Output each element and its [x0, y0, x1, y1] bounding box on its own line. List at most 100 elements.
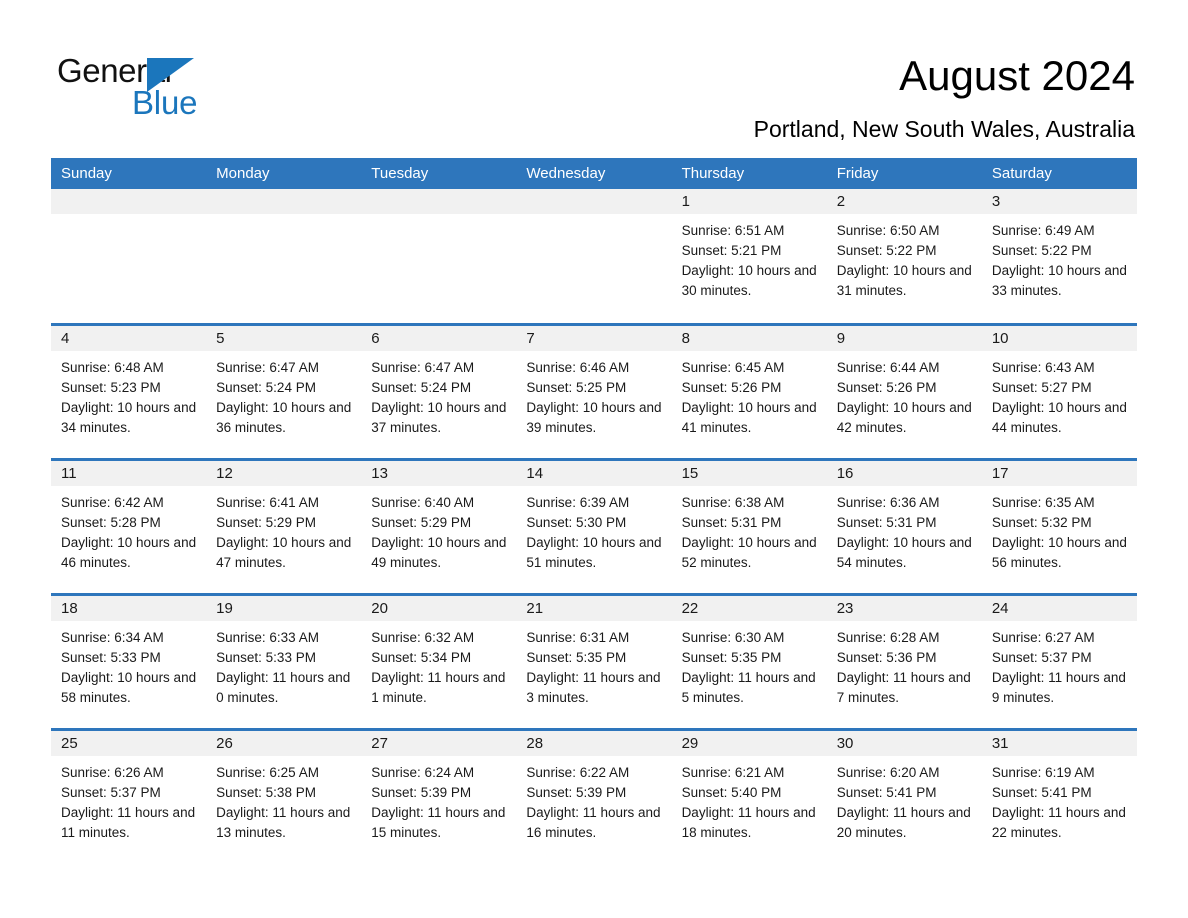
sunset-text: Sunset: 5:33 PM [61, 650, 161, 665]
calendar-day-cell[interactable]: 4 Sunrise: 6:48 AM Sunset: 5:23 PM Daylight… [51, 326, 207, 458]
day-number: 11 [51, 461, 207, 486]
daylight-text: Daylight: 10 hours and 49 minutes. [371, 535, 507, 570]
calendar-day-cell[interactable]: 1 Sunrise: 6:51 AM Sunset: 5:21 PM Daylight… [671, 189, 827, 323]
weekday-header-sunday: Sunday [61, 165, 112, 182]
day-details: Sunrise: 6:26 AM Sunset: 5:37 PM Daylight:… [51, 756, 206, 843]
daylight-text: Daylight: 10 hours and 58 minutes. [61, 670, 197, 705]
calendar-day-cell[interactable]: 14 Sunrise: 6:39 AM Sunset: 5:30 PM Dayligh… [516, 461, 672, 593]
sunset-text: Sunset: 5:31 PM [681, 515, 782, 530]
calendar-day-cell[interactable]: 19 Sunrise: 6:33 AM Sunset: 5:33 PM Dayligh… [206, 596, 362, 728]
sunset-text: Sunset: 5:22 PM [991, 243, 1092, 258]
day-number [206, 189, 362, 214]
day-details: Sunrise: 6:39 AM Sunset: 5:30 PM Daylight:… [516, 486, 671, 573]
calendar-day-cell[interactable]: 24 Sunrise: 6:27 AM Sunset: 5:37 PM Dayligh… [981, 596, 1137, 728]
calendar-day-cell[interactable]: 30 Sunrise: 6:20 AM Sunset: 5:41 PM Dayligh… [826, 731, 982, 850]
calendar-day-cell[interactable]: 28 Sunrise: 6:22 AM Sunset: 5:39 PM Dayligh… [516, 731, 672, 850]
weekday-header-friday: Friday [836, 165, 879, 182]
calendar-day-cell[interactable]: 29 Sunrise: 6:21 AM Sunset: 5:40 PM Dayligh… [671, 731, 827, 850]
calendar-day-cell-empty [516, 189, 672, 323]
day-number: 24 [981, 596, 1137, 621]
day-number: 6 [361, 326, 517, 351]
calendar-day-cell[interactable]: 6 Sunrise: 6:47 AM Sunset: 5:24 PM Daylight… [361, 326, 517, 458]
sunset-text: Sunset: 5:21 PM [681, 243, 782, 258]
day-details: Sunrise: 6:24 AM Sunset: 5:39 PM Daylight:… [361, 756, 516, 843]
calendar-day-cell[interactable]: 13 Sunrise: 6:40 AM Sunset: 5:29 PM Dayligh… [361, 461, 517, 593]
calendar-week-row: 1 Sunrise: 6:51 AM Sunset: 5:21 PM Daylight… [51, 189, 1137, 323]
sunrise-text: Sunrise: 6:24 AM [371, 765, 475, 780]
calendar-day-cell[interactable]: 5 Sunrise: 6:47 AM Sunset: 5:24 PM Daylight… [206, 326, 362, 458]
calendar-day-cell[interactable]: 23 Sunrise: 6:28 AM Sunset: 5:36 PM Dayligh… [826, 596, 982, 728]
calendar-day-cell[interactable]: 12 Sunrise: 6:41 AM Sunset: 5:29 PM Dayligh… [206, 461, 362, 593]
calendar-day-cell[interactable]: 31 Sunrise: 6:19 AM Sunset: 5:41 PM Dayligh… [981, 731, 1137, 850]
day-details: Sunrise: 6:33 AM Sunset: 5:33 PM Daylight:… [206, 621, 361, 708]
sunrise-text: Sunrise: 6:49 AM [991, 223, 1095, 238]
day-number [361, 189, 517, 214]
sunset-text: Sunset: 5:38 PM [216, 785, 316, 800]
sunset-text: Sunset: 5:31 PM [836, 515, 937, 530]
sunset-text: Sunset: 5:25 PM [526, 380, 627, 395]
sunrise-text: Sunrise: 6:46 AM [526, 360, 630, 375]
calendar-week-row: 4 Sunrise: 6:48 AM Sunset: 5:23 PM Daylight… [51, 323, 1137, 458]
calendar-day-cell[interactable]: 18 Sunrise: 6:34 AM Sunset: 5:33 PM Dayligh… [51, 596, 207, 728]
sunset-text: Sunset: 5:24 PM [216, 380, 316, 395]
daylight-text: Daylight: 10 hours and 39 minutes. [526, 400, 662, 435]
daylight-text: Daylight: 10 hours and 54 minutes. [836, 535, 972, 570]
sunset-text: Sunset: 5:22 PM [836, 243, 937, 258]
daylight-text: Daylight: 10 hours and 31 minutes. [836, 263, 972, 298]
sunset-text: Sunset: 5:33 PM [216, 650, 316, 665]
sunrise-text: Sunrise: 6:28 AM [836, 630, 940, 645]
calendar-day-cell[interactable]: 27 Sunrise: 6:24 AM Sunset: 5:39 PM Dayligh… [361, 731, 517, 850]
sunset-text: Sunset: 5:29 PM [216, 515, 316, 530]
day-details: Sunrise: 6:36 AM Sunset: 5:31 PM Daylight:… [827, 486, 982, 573]
sunset-text: Sunset: 5:39 PM [371, 785, 472, 800]
calendar-day-cell[interactable]: 25 Sunrise: 6:26 AM Sunset: 5:37 PM Dayligh… [51, 731, 207, 850]
calendar-day-cell[interactable]: 3 Sunrise: 6:49 AM Sunset: 5:22 PM Daylight… [981, 189, 1137, 323]
calendar-day-cell[interactable]: 10 Sunrise: 6:43 AM Sunset: 5:27 PM Dayligh… [981, 326, 1137, 458]
day-details: Sunrise: 6:40 AM Sunset: 5:29 PM Daylight:… [361, 486, 516, 573]
sunrise-text: Sunrise: 6:32 AM [371, 630, 475, 645]
daylight-text: Daylight: 11 hours and 16 minutes. [526, 805, 661, 840]
sunrise-text: Sunrise: 6:26 AM [61, 765, 164, 780]
day-number: 12 [206, 461, 362, 486]
logo-word-blue: Blue [132, 84, 198, 121]
day-details: Sunrise: 6:44 AM Sunset: 5:26 PM Daylight:… [827, 351, 982, 438]
calendar-day-cell[interactable]: 20 Sunrise: 6:32 AM Sunset: 5:34 PM Dayligh… [361, 596, 517, 728]
calendar-day-cell-empty [206, 189, 362, 323]
weekday-header-wednesday: Wednesday [526, 165, 606, 182]
sunset-text: Sunset: 5:26 PM [836, 380, 937, 395]
calendar-grid: Sunday Monday Tuesday Wednesday Thursday… [51, 158, 1137, 850]
sunrise-text: Sunrise: 6:36 AM [836, 495, 940, 510]
day-number: 1 [671, 189, 827, 214]
day-number: 28 [516, 731, 672, 756]
calendar-day-cell[interactable]: 2 Sunrise: 6:50 AM Sunset: 5:22 PM Daylight… [826, 189, 982, 323]
calendar-day-cell[interactable]: 16 Sunrise: 6:36 AM Sunset: 5:31 PM Dayligh… [826, 461, 982, 593]
daylight-text: Daylight: 10 hours and 37 minutes. [371, 400, 507, 435]
sunrise-text: Sunrise: 6:38 AM [681, 495, 785, 510]
daylight-text: Daylight: 11 hours and 5 minutes. [681, 670, 816, 705]
sunset-text: Sunset: 5:32 PM [991, 515, 1092, 530]
sunset-text: Sunset: 5:26 PM [681, 380, 782, 395]
calendar-day-cell[interactable]: 17 Sunrise: 6:35 AM Sunset: 5:32 PM Dayligh… [981, 461, 1137, 593]
calendar-day-cell[interactable]: 22 Sunrise: 6:30 AM Sunset: 5:35 PM Dayligh… [671, 596, 827, 728]
day-details: Sunrise: 6:20 AM Sunset: 5:41 PM Daylight:… [827, 756, 982, 843]
calendar-week-row: 11 Sunrise: 6:42 AM Sunset: 5:28 PM Dayligh… [51, 458, 1137, 593]
daylight-text: Daylight: 10 hours and 36 minutes. [216, 400, 352, 435]
calendar-day-cell[interactable]: 9 Sunrise: 6:44 AM Sunset: 5:26 PM Daylight… [826, 326, 982, 458]
calendar-day-cell[interactable]: 26 Sunrise: 6:25 AM Sunset: 5:38 PM Dayligh… [206, 731, 362, 850]
calendar-day-cell[interactable]: 8 Sunrise: 6:45 AM Sunset: 5:26 PM Daylight… [671, 326, 827, 458]
sunset-text: Sunset: 5:35 PM [681, 650, 782, 665]
calendar-day-cell[interactable]: 15 Sunrise: 6:38 AM Sunset: 5:31 PM Dayligh… [671, 461, 827, 593]
calendar-page: General Blue August 2024 Portland, New S… [0, 0, 1188, 918]
sunset-text: Sunset: 5:27 PM [991, 380, 1092, 395]
day-details: Sunrise: 6:51 AM Sunset: 5:21 PM Daylight:… [672, 214, 827, 301]
sunset-text: Sunset: 5:41 PM [836, 785, 937, 800]
general-blue-logo[interactable]: General Blue [57, 52, 257, 127]
page-header: General Blue August 2024 Portland, New S… [0, 0, 1188, 158]
weekday-header-tuesday: Tuesday [371, 165, 429, 182]
calendar-day-cell[interactable]: 21 Sunrise: 6:31 AM Sunset: 5:35 PM Dayligh… [516, 596, 672, 728]
calendar-day-cell[interactable]: 7 Sunrise: 6:46 AM Sunset: 5:25 PM Daylight… [516, 326, 672, 458]
sunrise-text: Sunrise: 6:48 AM [61, 360, 164, 375]
sunset-text: Sunset: 5:36 PM [836, 650, 937, 665]
calendar-day-cell[interactable]: 11 Sunrise: 6:42 AM Sunset: 5:28 PM Dayligh… [51, 461, 207, 593]
sunset-text: Sunset: 5:39 PM [526, 785, 627, 800]
